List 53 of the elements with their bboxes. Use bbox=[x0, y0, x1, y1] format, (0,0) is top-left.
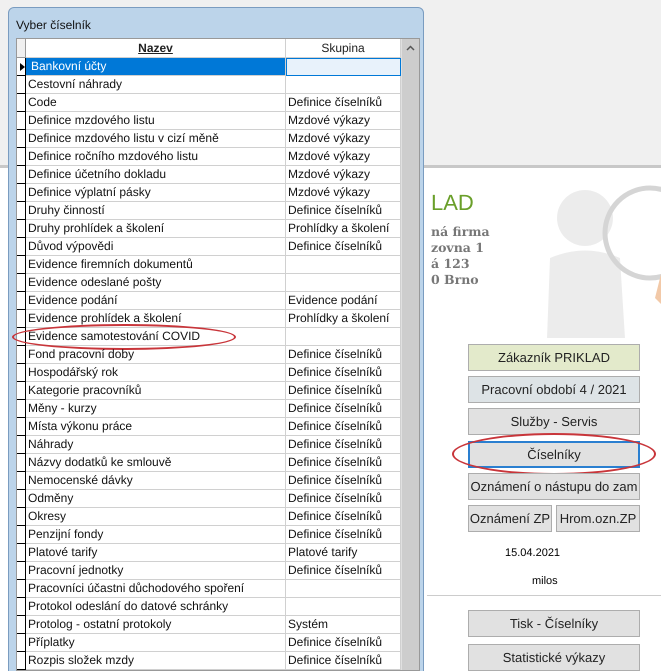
scrollbar[interactable] bbox=[401, 39, 419, 670]
table-cell[interactable]: Druhy prohlídek a školení bbox=[26, 220, 286, 238]
table-cell[interactable]: Protolog - ostatní protokoly bbox=[26, 616, 286, 634]
table-cell[interactable]: Místa výkonu práce bbox=[26, 418, 286, 436]
table-cell[interactable]: Definice mzdového listu v cizí měně bbox=[26, 130, 286, 148]
table-cell[interactable]: Evidence firemních dokumentů bbox=[26, 256, 286, 274]
menu-button[interactable]: Tisk - Číselníky bbox=[468, 610, 640, 637]
table-cell[interactable]: Náhrady bbox=[26, 436, 286, 454]
dialog-title: Vyber číselník bbox=[16, 18, 91, 32]
company-address-line: zovna 1 bbox=[431, 240, 484, 256]
menu-button[interactable]: Statistické výkazy bbox=[468, 644, 640, 671]
table-cell[interactable]: Důvod výpovědi bbox=[26, 238, 286, 256]
menu-button[interactable]: Hrom.ozn.ZP bbox=[556, 505, 640, 532]
table-cell[interactable]: Evidence podání bbox=[26, 292, 286, 310]
company-address-line: ná firma bbox=[431, 224, 490, 240]
company-address-line: 0 Brno bbox=[431, 272, 479, 288]
menu-button[interactable]: Číselníky bbox=[468, 441, 640, 468]
table-cell[interactable]: Rozpis složek mzdy bbox=[26, 652, 286, 670]
table-cell[interactable]: Definice účetního dokladu bbox=[26, 166, 286, 184]
user-name: milos bbox=[532, 575, 558, 587]
menu-button[interactable]: Zákazník PRIKLAD bbox=[468, 344, 640, 371]
table-cell[interactable]: Fond pracovní doby bbox=[26, 346, 286, 364]
table-cell[interactable]: Názvy dodatků ke smlouvě bbox=[26, 454, 286, 472]
menu-button[interactable]: Oznámení o nástupu do zam bbox=[468, 473, 640, 500]
table-cell[interactable]: Protokol odeslání do datové schránky bbox=[26, 598, 286, 616]
scroll-up-icon[interactable] bbox=[406, 45, 415, 51]
table-cell[interactable]: Příplatky bbox=[26, 634, 286, 652]
table-cell[interactable]: Pracovníci účastni důchodového spoření bbox=[26, 580, 286, 598]
table-cell[interactable]: Definice mzdového listu bbox=[26, 112, 286, 130]
table-cell[interactable]: Cestovní náhrady bbox=[26, 76, 286, 94]
table-cell[interactable]: Kategorie pracovníků bbox=[26, 382, 286, 400]
table-cell[interactable]: Evidence prohlídek a školení bbox=[26, 310, 286, 328]
table-cell[interactable]: Code bbox=[26, 94, 286, 112]
menu-button[interactable]: Oznámení ZP bbox=[468, 505, 552, 532]
company-address-line: á 123 bbox=[431, 256, 470, 272]
table-cell[interactable]: Evidence odeslané pošty bbox=[26, 274, 286, 292]
company-name: LAD bbox=[431, 190, 474, 216]
menu-button[interactable]: Služby - Servis bbox=[468, 408, 640, 435]
table-cell[interactable]: Měny - kurzy bbox=[26, 400, 286, 418]
table-cell[interactable]: Definice ročního mzdového listu bbox=[26, 148, 286, 166]
table-cell[interactable]: Platové tarify bbox=[26, 544, 286, 562]
table-cell[interactable]: Nemocenské dávky bbox=[26, 472, 286, 490]
table-cell[interactable]: Definice výplatní pásky bbox=[26, 184, 286, 202]
table-cell[interactable]: Penzijní fondy bbox=[26, 526, 286, 544]
date-text: 15.04.2021 bbox=[505, 547, 560, 559]
table-cell[interactable]: Okresy bbox=[26, 508, 286, 526]
table-cell[interactable]: Hospodářský rok bbox=[26, 364, 286, 382]
table-cell[interactable]: Evidence samotestování COVID bbox=[26, 328, 286, 346]
menu-button[interactable]: Pracovní období 4 / 2021 bbox=[468, 376, 640, 403]
table-cell[interactable]: Pracovní jednotky bbox=[26, 562, 286, 580]
table-cell[interactable]: Odměny bbox=[26, 490, 286, 508]
table-cell[interactable]: Bankovní účty bbox=[26, 58, 286, 76]
table-cell[interactable]: Druhy činností bbox=[26, 202, 286, 220]
